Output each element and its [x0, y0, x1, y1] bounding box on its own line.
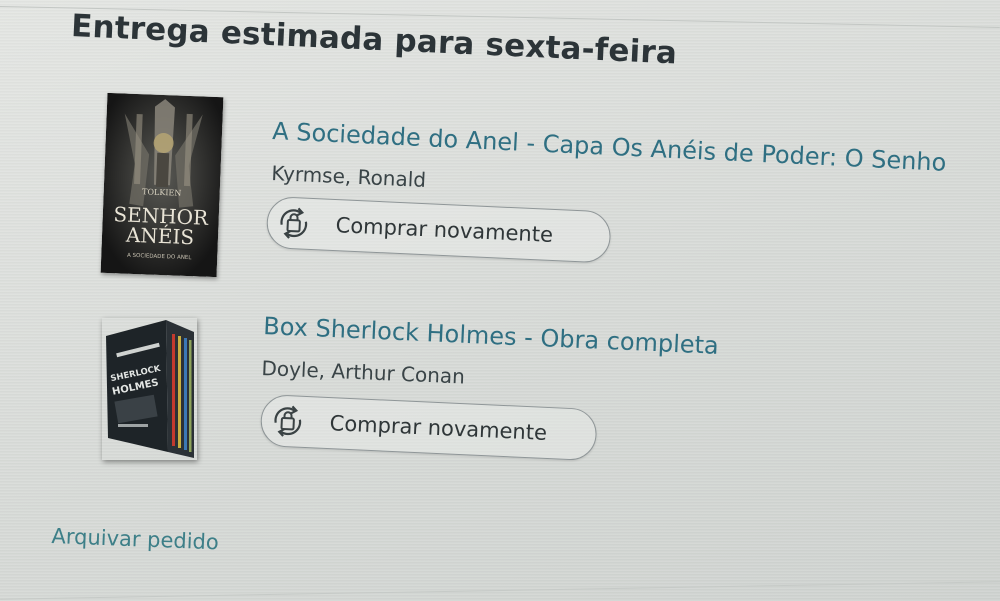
buy-again-label-1: Comprar novamente [335, 213, 554, 247]
book-cover-sherlock: SHERLOCK HOLMES [106, 320, 194, 458]
reorder-bag-icon [273, 202, 315, 244]
cover-title-line-2: ANÉIS [125, 223, 195, 250]
cover-author-text: TOLKIEN [142, 187, 182, 197]
reorder-bag-icon [267, 400, 309, 442]
buy-again-label-2: Comprar novamente [329, 411, 548, 445]
product-image-lotr[interactable]: TOLKIEN SENHOR ANÉIS A SOCIEDADE DO ANEL [100, 92, 224, 278]
book-cover-lotr: TOLKIEN SENHOR ANÉIS A SOCIEDADE DO ANEL [100, 92, 224, 278]
product-image-sherlock[interactable]: SHERLOCK HOLMES [102, 318, 197, 460]
screen-background [0, 0, 1000, 601]
